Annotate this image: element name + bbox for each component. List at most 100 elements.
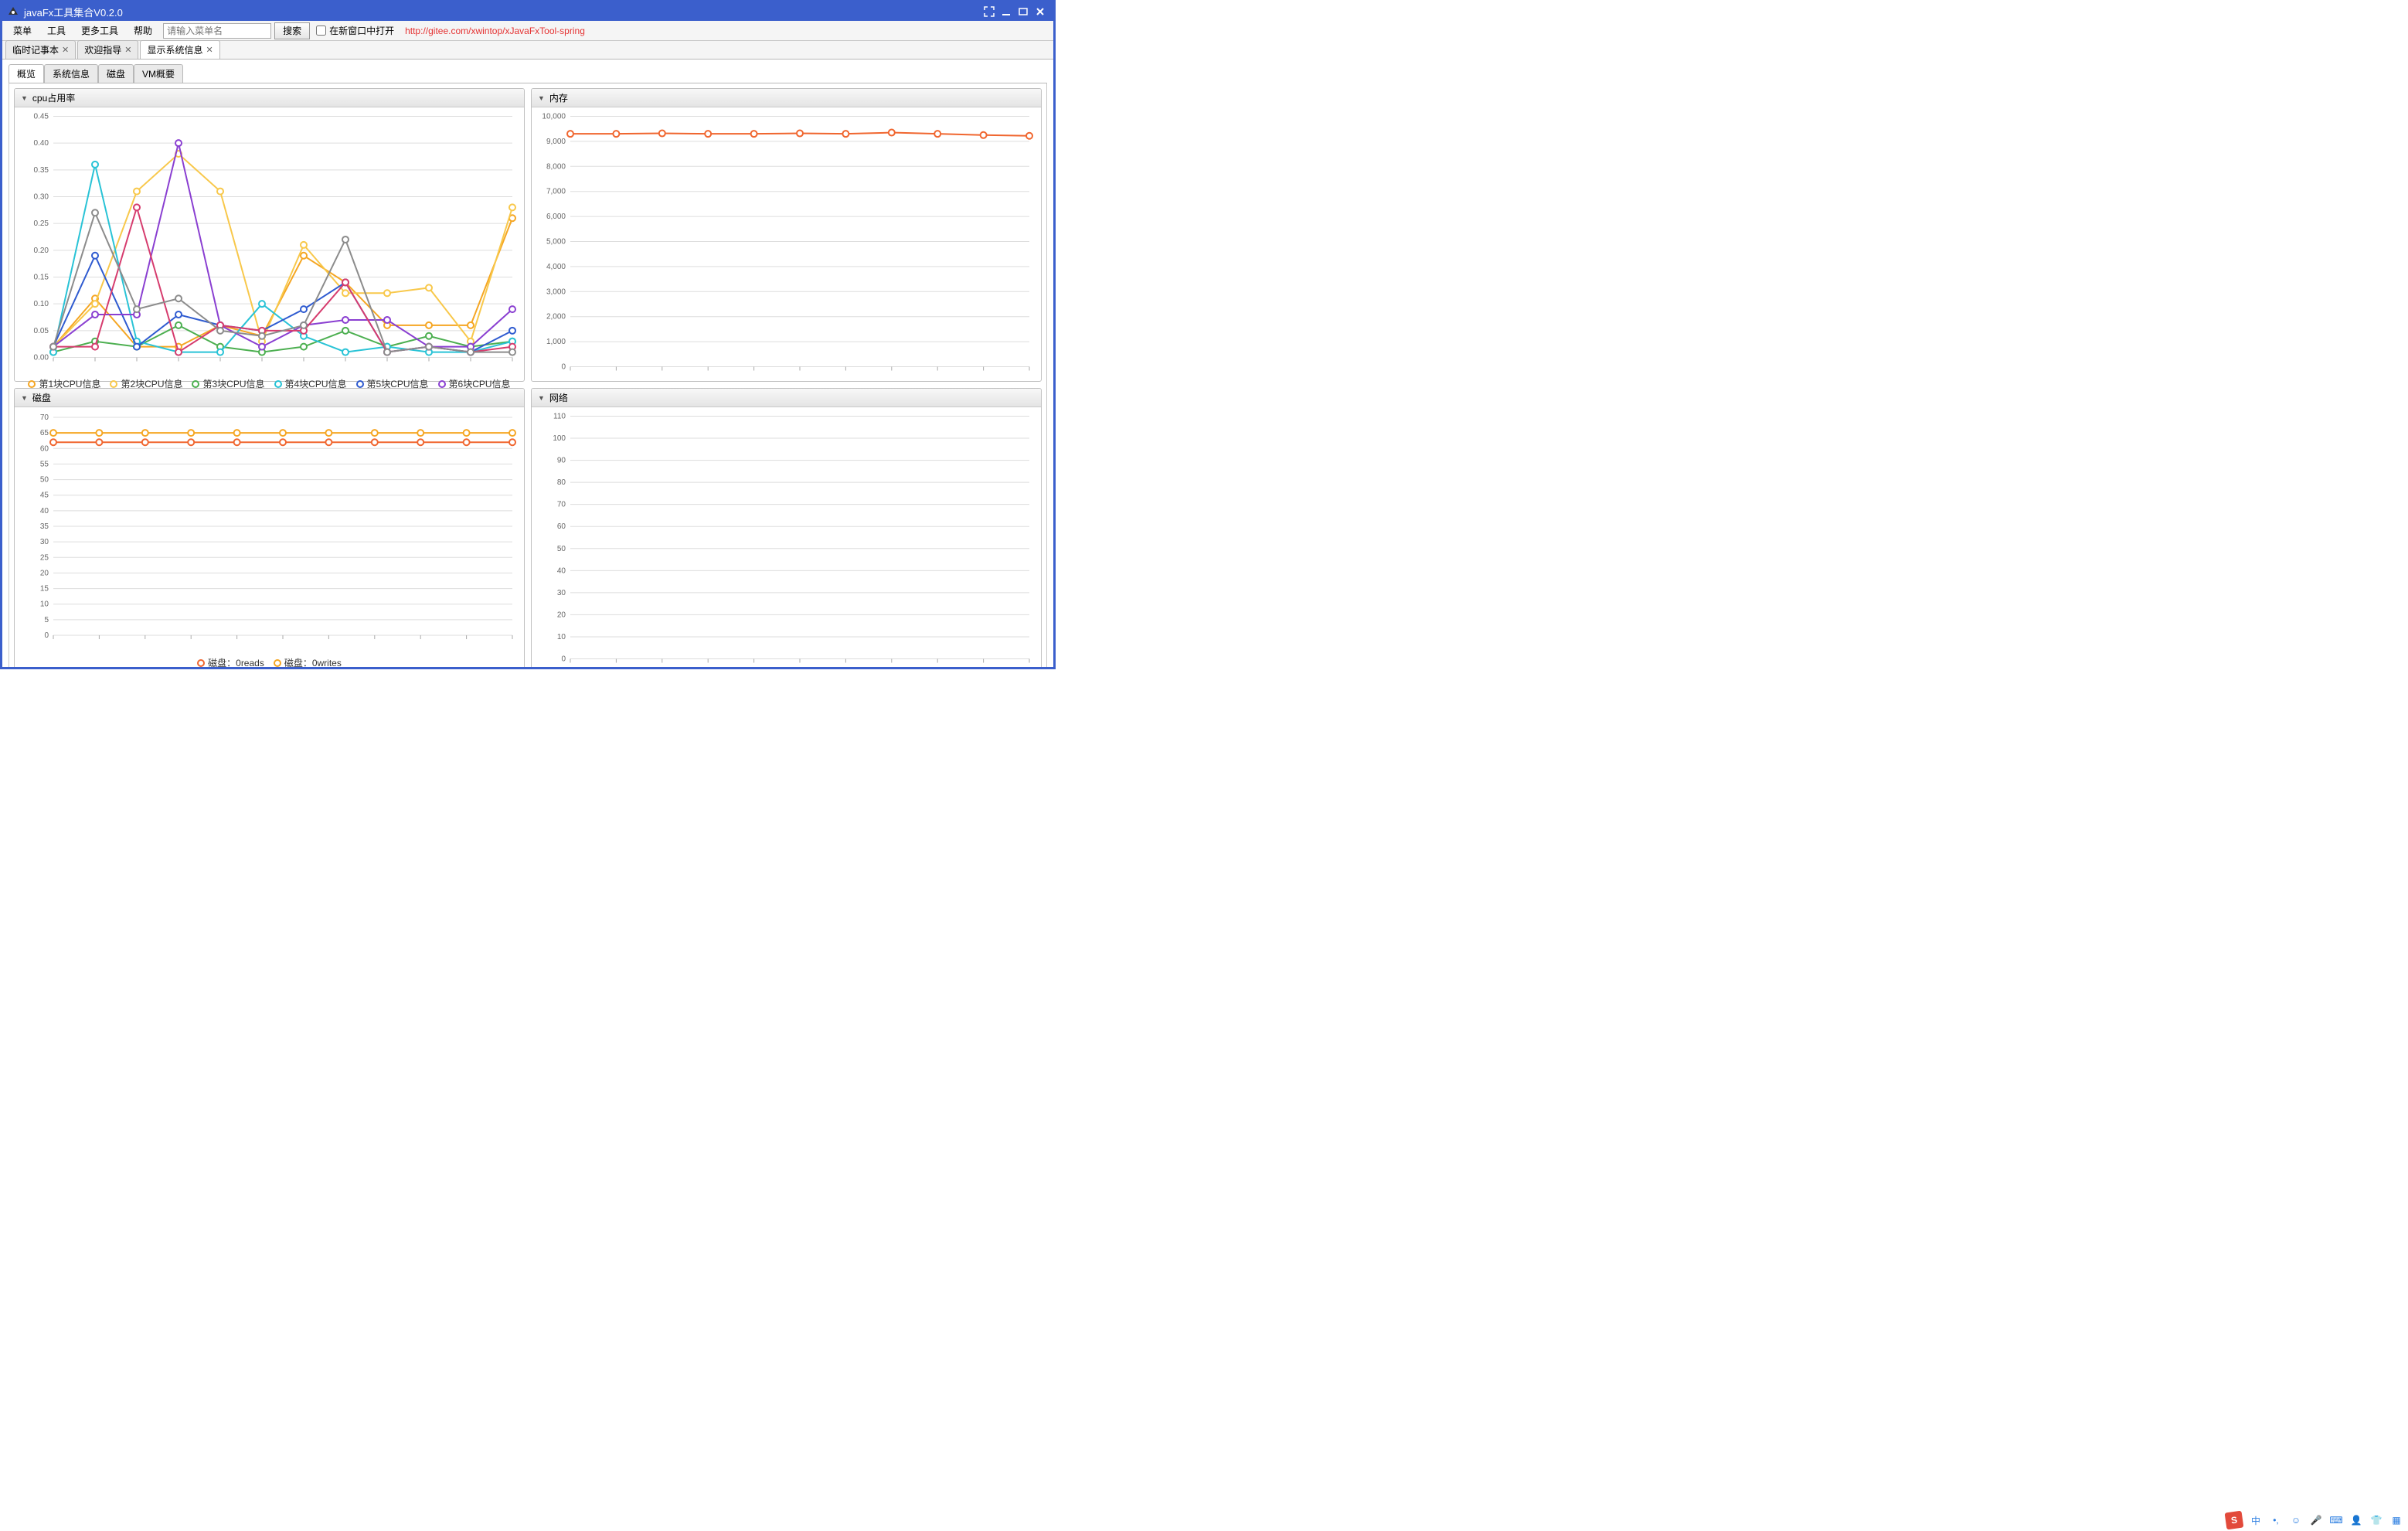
svg-text:0: 0 bbox=[44, 631, 49, 640]
inner-tab-overview[interactable]: 概览 bbox=[9, 64, 44, 83]
svg-text:35: 35 bbox=[40, 522, 49, 531]
close-button[interactable] bbox=[1032, 4, 1049, 19]
svg-text:0.45: 0.45 bbox=[34, 113, 49, 121]
svg-text:0.35: 0.35 bbox=[34, 166, 49, 175]
menu-item-3[interactable]: 帮助 bbox=[126, 22, 160, 39]
svg-text:55: 55 bbox=[40, 460, 49, 468]
svg-text:2,000: 2,000 bbox=[546, 313, 566, 322]
svg-text:30: 30 bbox=[40, 538, 49, 546]
maximize-button[interactable] bbox=[1015, 4, 1032, 19]
svg-text:70: 70 bbox=[40, 413, 49, 422]
open-new-window-input[interactable] bbox=[316, 26, 326, 36]
panel-cpu: ▼cpu占用率 0.000.050.100.150.200.250.300.35… bbox=[14, 88, 525, 382]
repo-link[interactable]: http://gitee.com/xwintop/xJavaFxTool-spr… bbox=[405, 26, 585, 36]
svg-text:10: 10 bbox=[557, 633, 566, 641]
chart-mem: 01,0002,0003,0004,0005,0006,0007,0008,00… bbox=[532, 107, 1041, 383]
tray-mic-icon[interactable]: 🎤 bbox=[2309, 1513, 2323, 1527]
svg-text:20: 20 bbox=[40, 569, 49, 577]
tray-skin-icon[interactable]: 👕 bbox=[2369, 1513, 2383, 1527]
tray-user-icon[interactable]: 👤 bbox=[2349, 1513, 2363, 1527]
svg-text:4,000: 4,000 bbox=[546, 263, 566, 271]
close-icon[interactable]: ✕ bbox=[206, 45, 213, 55]
svg-text:7,000: 7,000 bbox=[546, 188, 566, 196]
panel-disk: ▼磁盘 0510152025303540455055606570 磁盘：0rea… bbox=[14, 388, 525, 667]
svg-text:50: 50 bbox=[40, 476, 49, 485]
svg-text:8,000: 8,000 bbox=[546, 162, 566, 171]
panel-cpu-header[interactable]: ▼cpu占用率 bbox=[15, 89, 524, 107]
svg-text:60: 60 bbox=[40, 444, 49, 453]
menu-item-1[interactable]: 工具 bbox=[39, 22, 73, 39]
chart-net: 0102030405060708090100110 bbox=[532, 407, 1041, 667]
inner-tab-system[interactable]: 系统信息 bbox=[44, 64, 98, 83]
svg-text:0.15: 0.15 bbox=[34, 274, 49, 282]
menu-item-2[interactable]: 更多工具 bbox=[73, 22, 126, 39]
collapse-icon: ▼ bbox=[538, 94, 545, 102]
svg-text:70: 70 bbox=[557, 501, 566, 509]
panel-mem-header[interactable]: ▼内存 bbox=[532, 89, 1041, 107]
open-new-window-checkbox[interactable]: 在新窗口中打开 bbox=[316, 24, 394, 37]
search-input[interactable] bbox=[163, 23, 271, 39]
legend-item[interactable]: 磁盘：0writes bbox=[274, 656, 342, 667]
minimize-button[interactable] bbox=[998, 4, 1015, 19]
svg-text:80: 80 bbox=[557, 478, 566, 487]
tray-emoji-icon[interactable]: ☺ bbox=[2289, 1513, 2303, 1527]
tray-keyboard-icon[interactable]: ⌨ bbox=[2329, 1513, 2343, 1527]
svg-text:6,000: 6,000 bbox=[546, 213, 566, 221]
document-tabs: 临时记事本✕ 欢迎指导✕ 显示系统信息✕ bbox=[2, 41, 1053, 60]
svg-text:10,000: 10,000 bbox=[542, 113, 566, 121]
svg-text:5,000: 5,000 bbox=[546, 238, 566, 247]
svg-text:60: 60 bbox=[557, 522, 566, 531]
svg-text:0.30: 0.30 bbox=[34, 193, 49, 202]
svg-text:0.40: 0.40 bbox=[34, 139, 49, 148]
svg-text:65: 65 bbox=[40, 429, 49, 437]
tab-notepad[interactable]: 临时记事本✕ bbox=[5, 40, 76, 59]
tab-welcome[interactable]: 欢迎指导✕ bbox=[77, 40, 138, 59]
svg-text:45: 45 bbox=[40, 492, 49, 500]
svg-text:0.10: 0.10 bbox=[34, 300, 49, 308]
menubar: 菜单 工具 更多工具 帮助 搜索 在新窗口中打开 http://gitee.co… bbox=[2, 21, 1053, 41]
inner-tab-disk[interactable]: 磁盘 bbox=[98, 64, 134, 83]
chart-cpu: 0.000.050.100.150.200.250.300.350.400.45 bbox=[15, 107, 524, 374]
svg-text:0.20: 0.20 bbox=[34, 247, 49, 255]
ime-icon[interactable]: S bbox=[2225, 1511, 2244, 1530]
svg-text:0.00: 0.00 bbox=[34, 354, 49, 362]
panel-mem: ▼内存 01,0002,0003,0004,0005,0006,0007,000… bbox=[531, 88, 1042, 382]
taskbar-tray: S 中 •, ☺ 🎤 ⌨ 👤 👕 ▦ bbox=[2226, 1512, 2403, 1529]
svg-text:0.05: 0.05 bbox=[34, 327, 49, 335]
panel-net-header[interactable]: ▼网络 bbox=[532, 389, 1041, 407]
collapse-icon: ▼ bbox=[538, 394, 545, 402]
panel-disk-header[interactable]: ▼磁盘 bbox=[15, 389, 524, 407]
svg-text:20: 20 bbox=[557, 611, 566, 619]
ime-mode-label[interactable]: 中 bbox=[2249, 1513, 2263, 1527]
svg-text:110: 110 bbox=[553, 413, 566, 421]
inner-tab-vm[interactable]: VM概要 bbox=[134, 64, 183, 83]
close-icon[interactable]: ✕ bbox=[62, 45, 69, 55]
svg-text:1,000: 1,000 bbox=[546, 338, 566, 346]
svg-text:50: 50 bbox=[557, 545, 566, 553]
tray-grid-icon[interactable]: ▦ bbox=[2389, 1513, 2403, 1527]
app-icon bbox=[7, 5, 19, 18]
legend-item[interactable]: 磁盘：0reads bbox=[197, 656, 264, 667]
expand-icon[interactable] bbox=[981, 4, 998, 19]
svg-text:9,000: 9,000 bbox=[546, 138, 566, 146]
legend-disk: 磁盘：0reads 磁盘：0writes bbox=[15, 653, 524, 667]
svg-text:25: 25 bbox=[40, 553, 49, 562]
collapse-icon: ▼ bbox=[21, 94, 28, 102]
inner-tabs: 概览 系统信息 磁盘 VM概要 bbox=[9, 64, 1047, 83]
close-icon[interactable]: ✕ bbox=[124, 45, 131, 55]
open-new-window-label: 在新窗口中打开 bbox=[329, 24, 394, 37]
window-title: javaFx工具集合V0.2.0 bbox=[24, 5, 123, 19]
svg-text:15: 15 bbox=[40, 585, 49, 594]
svg-text:90: 90 bbox=[557, 457, 566, 465]
collapse-icon: ▼ bbox=[21, 394, 28, 402]
tab-sysinfo[interactable]: 显示系统信息✕ bbox=[140, 40, 219, 59]
svg-text:3,000: 3,000 bbox=[546, 287, 566, 296]
svg-text:10: 10 bbox=[40, 600, 49, 609]
svg-text:40: 40 bbox=[40, 507, 49, 515]
titlebar: javaFx工具集合V0.2.0 bbox=[2, 2, 1053, 21]
panel-net: ▼网络 0102030405060708090100110 bbox=[531, 388, 1042, 667]
menu-item-0[interactable]: 菜单 bbox=[5, 22, 39, 39]
chart-disk: 0510152025303540455055606570 bbox=[15, 407, 524, 653]
tray-punct-icon[interactable]: •, bbox=[2269, 1513, 2283, 1527]
search-button[interactable]: 搜索 bbox=[274, 22, 310, 39]
